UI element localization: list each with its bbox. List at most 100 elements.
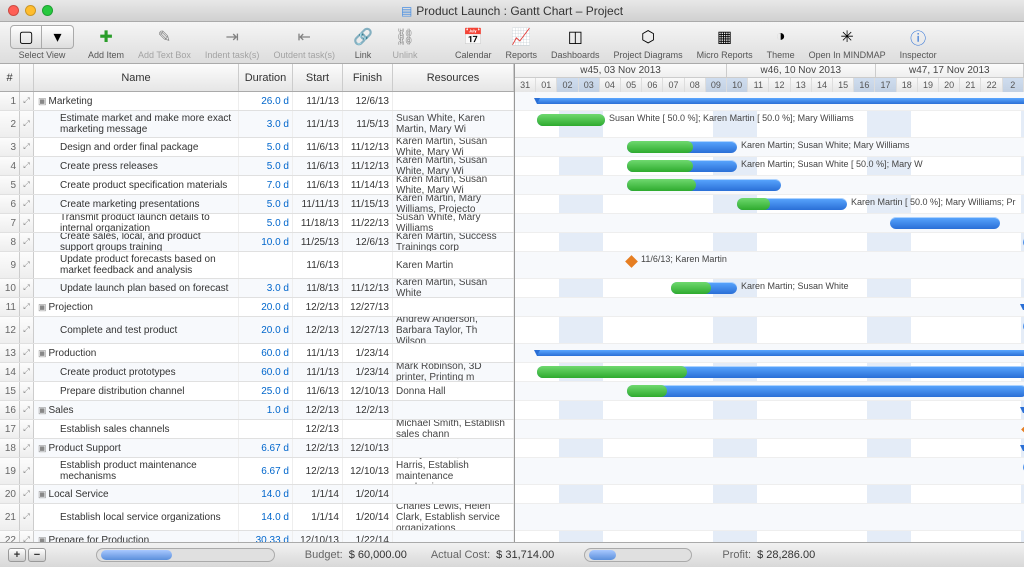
collapse-icon[interactable]: ▣: [38, 96, 47, 107]
gantt-row[interactable]: [515, 485, 1024, 504]
summary-bar[interactable]: [537, 98, 1024, 104]
row-toggle[interactable]: ⤢: [20, 138, 34, 156]
collapse-icon[interactable]: ▣: [38, 405, 47, 416]
col-finish[interactable]: Finish: [343, 64, 393, 91]
row-toggle[interactable]: ⤢: [20, 458, 34, 484]
row-toggle[interactable]: ⤢: [20, 439, 34, 457]
gantt-row[interactable]: [515, 344, 1024, 363]
left-scrollbar[interactable]: [96, 548, 275, 562]
row-toggle[interactable]: ⤢: [20, 317, 34, 343]
col-index[interactable]: #: [0, 64, 20, 91]
milestone-icon[interactable]: [625, 255, 638, 268]
gantt-row[interactable]: [515, 176, 1024, 195]
toolbar-link-button[interactable]: 🔗Link: [349, 25, 377, 60]
table-row[interactable]: 22⤢▣Prepare for Production30.33 d12/10/1…: [0, 531, 514, 542]
gantt-row[interactable]: [515, 439, 1024, 458]
task-bar[interactable]: [737, 198, 847, 210]
collapse-icon[interactable]: ▣: [38, 302, 47, 313]
view-next-button[interactable]: ▾: [42, 25, 74, 49]
table-row[interactable]: 1⤢▣Marketing26.0 d11/1/1312/6/13: [0, 92, 514, 111]
col-name[interactable]: Name: [34, 64, 239, 91]
toolbar-inspector-button[interactable]: ⓘInspector: [900, 25, 937, 60]
summary-bar[interactable]: [537, 350, 1024, 356]
task-bar[interactable]: [627, 385, 1024, 397]
table-row[interactable]: 8⤢Create sales, local, and product suppo…: [0, 233, 514, 252]
table-row[interactable]: 2⤢Estimate market and make more exact ma…: [0, 111, 514, 138]
collapse-icon[interactable]: ▣: [38, 489, 47, 500]
gantt-row[interactable]: 11/6/13; Karen Martin: [515, 252, 1024, 279]
zoom-in-button[interactable]: +: [8, 548, 26, 562]
table-row[interactable]: 19⤢Establish product maintenance mechani…: [0, 458, 514, 485]
gantt-row[interactable]: [515, 458, 1024, 485]
right-scrollbar[interactable]: [584, 548, 692, 562]
row-toggle[interactable]: ⤢: [20, 485, 34, 503]
row-toggle[interactable]: ⤢: [20, 344, 34, 362]
row-toggle[interactable]: ⤢: [20, 382, 34, 400]
collapse-icon[interactable]: ▣: [38, 443, 47, 454]
toolbar-dashboard-button[interactable]: ◫Dashboards: [551, 25, 600, 60]
gantt-row[interactable]: [515, 420, 1024, 439]
task-bar[interactable]: [671, 282, 737, 294]
gantt-row[interactable]: [515, 363, 1024, 382]
row-toggle[interactable]: ⤢: [20, 531, 34, 542]
gantt-row[interactable]: [515, 298, 1024, 317]
gantt-row[interactable]: [515, 504, 1024, 531]
toolbar-micro-button[interactable]: ▦Micro Reports: [697, 25, 753, 60]
close-icon[interactable]: [8, 5, 19, 16]
toolbar-diagram-button[interactable]: ⬡Project Diagrams: [614, 25, 683, 60]
col-duration[interactable]: Duration: [239, 64, 293, 91]
gantt-row[interactable]: [515, 531, 1024, 542]
gantt-row[interactable]: [515, 233, 1024, 252]
toolbar-mindmap-button[interactable]: ✳Open In MINDMAP: [809, 25, 886, 60]
collapse-icon[interactable]: ▣: [38, 348, 47, 359]
row-toggle[interactable]: ⤢: [20, 401, 34, 419]
col-resources[interactable]: Resources: [393, 64, 514, 91]
table-row[interactable]: 7⤢Transmit product launch details to int…: [0, 214, 514, 233]
table-row[interactable]: 12⤢Complete and test product20.0 d12/2/1…: [0, 317, 514, 344]
table-row[interactable]: 16⤢▣Sales1.0 d12/2/1312/2/13: [0, 401, 514, 420]
row-toggle[interactable]: ⤢: [20, 363, 34, 381]
row-toggle[interactable]: ⤢: [20, 252, 34, 278]
gantt-row[interactable]: Karen Martin; Susan White; Mary Williams: [515, 138, 1024, 157]
table-row[interactable]: 3⤢Design and order final package5.0 d11/…: [0, 138, 514, 157]
row-toggle[interactable]: ⤢: [20, 233, 34, 251]
table-row[interactable]: 4⤢Create press releases5.0 d11/6/1311/12…: [0, 157, 514, 176]
toolbar-theme-button[interactable]: ◑Theme: [767, 25, 795, 60]
table-row[interactable]: 5⤢Create product specification materials…: [0, 176, 514, 195]
view-prev-button[interactable]: ▢: [10, 25, 42, 49]
zoom-icon[interactable]: [42, 5, 53, 16]
toolbar-reports-button[interactable]: 📈Reports: [506, 25, 538, 60]
table-row[interactable]: 20⤢▣Local Service14.0 d1/1/141/20/14: [0, 485, 514, 504]
row-toggle[interactable]: ⤢: [20, 92, 34, 110]
table-row[interactable]: 15⤢Prepare distribution channel25.0 d11/…: [0, 382, 514, 401]
task-bar[interactable]: [890, 217, 1000, 229]
task-bar[interactable]: [627, 141, 737, 153]
table-row[interactable]: 10⤢Update launch plan based on forecast3…: [0, 279, 514, 298]
gantt-row[interactable]: [515, 92, 1024, 111]
gantt-row[interactable]: Susan White [ 50.0 %]; Karen Martin [ 50…: [515, 111, 1024, 138]
task-bar[interactable]: [537, 366, 1024, 378]
table-row[interactable]: 18⤢▣Product Support6.67 d12/2/1312/10/13: [0, 439, 514, 458]
task-bar[interactable]: [627, 179, 781, 191]
collapse-icon[interactable]: ▣: [38, 535, 47, 543]
gantt-row[interactable]: Karen Martin; Susan White [ 50.0 %]; Mar…: [515, 157, 1024, 176]
row-toggle[interactable]: ⤢: [20, 111, 34, 137]
row-toggle[interactable]: ⤢: [20, 176, 34, 194]
row-toggle[interactable]: ⤢: [20, 195, 34, 213]
col-start[interactable]: Start: [293, 64, 343, 91]
table-row[interactable]: 6⤢Create marketing presentations5.0 d11/…: [0, 195, 514, 214]
minimize-icon[interactable]: [25, 5, 36, 16]
gantt-row[interactable]: [515, 214, 1024, 233]
table-row[interactable]: 17⤢Establish sales channels12/2/13Michae…: [0, 420, 514, 439]
toolbar-calendar-button[interactable]: 📅Calendar: [455, 25, 492, 60]
row-toggle[interactable]: ⤢: [20, 298, 34, 316]
row-toggle[interactable]: ⤢: [20, 157, 34, 175]
table-row[interactable]: 9⤢Update product forecasts based on mark…: [0, 252, 514, 279]
gantt-row[interactable]: Karen Martin; Susan White: [515, 279, 1024, 298]
zoom-out-button[interactable]: −: [28, 548, 46, 562]
row-toggle[interactable]: ⤢: [20, 279, 34, 297]
gantt-row[interactable]: [515, 401, 1024, 420]
row-toggle[interactable]: ⤢: [20, 504, 34, 530]
task-bar[interactable]: [537, 114, 605, 126]
task-bar[interactable]: [627, 160, 737, 172]
